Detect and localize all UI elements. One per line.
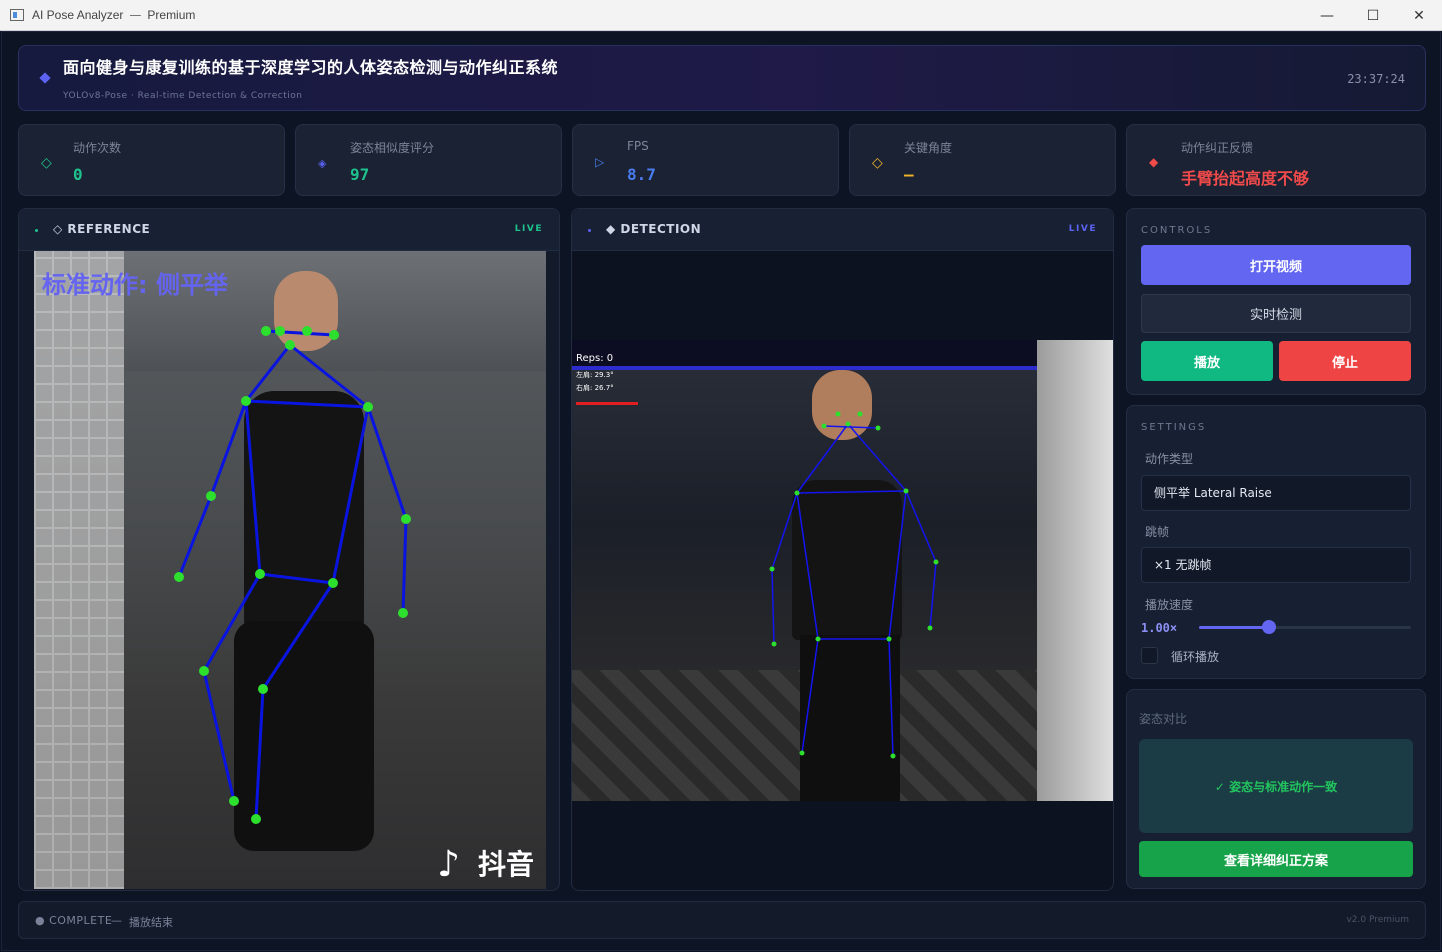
douyin-logo-icon: ♪	[437, 844, 460, 885]
minimize-button[interactable]: —	[1304, 0, 1350, 31]
reps-overlay: Reps: 0	[576, 353, 614, 364]
status-state: ● COMPLETE	[35, 914, 113, 927]
stat-card-reps: ◇ 动作次数 0	[18, 124, 285, 196]
detection-skeleton	[769, 411, 939, 759]
app-icon	[10, 9, 24, 21]
play-button[interactable]: 播放	[1141, 341, 1273, 381]
close-button[interactable]: ✕	[1396, 0, 1442, 31]
action-type-select[interactable]: 侧平举 Lateral Raise	[1141, 475, 1411, 511]
header-banner: 面向健身与康复训练的基于深度学习的人体姿态检测与动作纠正系统 YOLOv8-Po…	[18, 45, 1426, 111]
reference-skeleton	[174, 326, 411, 824]
stat-label: 姿态相似度评分	[350, 141, 435, 155]
controls-caption: CONTROLS	[1141, 225, 1213, 236]
status-dot-icon	[35, 229, 38, 232]
stat-label: FPS	[627, 139, 649, 153]
diamond-outline-icon: ◇	[872, 155, 883, 171]
stop-button[interactable]: 停止	[1279, 341, 1411, 381]
loop-label: 循环播放	[1171, 650, 1220, 664]
speed-slider-track[interactable]	[1199, 620, 1411, 634]
reference-panel-header: ◇ REFERENCE LIVE	[19, 209, 559, 251]
play-outline-icon: ▷	[595, 155, 605, 169]
loop-checkbox[interactable]	[1141, 647, 1158, 664]
detection-video: Reps: 0 左肩: 29.3° 右肩: 26.7°	[572, 340, 1113, 801]
settings-caption: SETTINGS	[1141, 422, 1207, 433]
stat-card-similarity: ◈ 姿态相似度评分 97	[295, 124, 562, 196]
left-angle-overlay: 左肩: 29.3°	[576, 371, 614, 379]
stat-card-feedback: ◆ 动作纠正反馈 手臂抬起高度不够	[1126, 124, 1426, 196]
diamond-filled-icon: ◆	[1149, 155, 1159, 169]
detection-panel: ◆ DETECTION LIVE Reps: 0 左肩: 29.3° 右肩: 2…	[571, 208, 1114, 891]
window-titlebar: AI Pose Analyzer — Premium — ☐ ✕	[0, 0, 1442, 31]
stat-label: 关键角度	[904, 141, 953, 155]
speed-value: 1.00×	[1141, 621, 1178, 635]
diamond-icon	[39, 72, 51, 84]
action-type-label: 动作类型	[1145, 452, 1194, 466]
speed-label: 播放速度	[1145, 598, 1194, 612]
stat-value: 97	[350, 165, 370, 184]
open-video-button[interactable]: 打开视频	[1141, 245, 1411, 285]
realtime-detect-button[interactable]: 实时检测	[1141, 294, 1411, 333]
settings-panel: SETTINGS 动作类型 侧平举 Lateral Raise 跳帧 ×1 无跳…	[1126, 405, 1426, 679]
status-dot-icon	[588, 229, 591, 232]
maximize-button[interactable]: ☐	[1350, 0, 1396, 31]
pose-compare-panel: 姿态对比 ✓ 姿态与标准动作一致 查看详细纠正方案	[1126, 689, 1426, 889]
window-title: AI Pose Analyzer	[32, 8, 124, 22]
live-badge: LIVE	[514, 224, 543, 234]
angle-bar	[576, 402, 638, 405]
status-separator: —	[111, 914, 122, 927]
compare-result: ✓ 姿态与标准动作一致	[1139, 739, 1413, 833]
stat-card-fps: ▷ FPS 8.7	[572, 124, 839, 196]
stat-value: 8.7	[627, 165, 656, 184]
reference-video: 标准动作: 侧平举 抖音 ♪	[34, 251, 546, 889]
compare-caption: 姿态对比	[1139, 712, 1188, 726]
status-message: 播放结束	[129, 916, 173, 929]
status-bar: ● COMPLETE — 播放结束 v2.0 Premium	[18, 901, 1426, 939]
reference-title: ◇ REFERENCE	[53, 222, 151, 236]
clock: 23:37:24	[1347, 72, 1405, 86]
reference-overlay-label: 标准动作: 侧平举	[42, 271, 228, 299]
skip-frame-select[interactable]: ×1 无跳帧	[1141, 547, 1411, 583]
skip-frame-label: 跳帧	[1145, 525, 1170, 539]
stat-value: –	[904, 165, 914, 184]
stat-label: 动作纠正反馈	[1181, 141, 1254, 155]
douyin-watermark: 抖音	[477, 848, 534, 881]
diamond-outline-icon: ◇	[41, 155, 52, 171]
stat-card-angle: ◇ 关键角度 –	[849, 124, 1116, 196]
window-edition: Premium	[147, 8, 196, 22]
app-root: 面向健身与康复训练的基于深度学习的人体姿态检测与动作纠正系统 YOLOv8-Po…	[1, 31, 1441, 951]
page-subtitle: YOLOv8-Pose · Real-time Detection & Corr…	[63, 91, 303, 101]
detection-title: ◆ DETECTION	[606, 222, 702, 236]
live-badge: LIVE	[1068, 224, 1097, 234]
reference-panel: ◇ REFERENCE LIVE 标准动作: 侧平举 抖音 ♪	[18, 208, 560, 891]
stat-value: 0	[73, 165, 83, 184]
speed-slider-fill	[1199, 626, 1269, 629]
speed-slider-thumb[interactable]	[1261, 620, 1276, 634]
stat-value: 手臂抬起高度不够	[1181, 169, 1310, 188]
right-angle-overlay: 右肩: 26.7°	[576, 384, 614, 392]
version-label: v2.0 Premium	[1346, 915, 1409, 925]
view-correction-button[interactable]: 查看详细纠正方案	[1139, 841, 1413, 877]
detection-panel-header: ◆ DETECTION LIVE	[572, 209, 1113, 251]
window-controls: — ☐ ✕	[1304, 0, 1442, 31]
page-title: 面向健身与康复训练的基于深度学习的人体姿态检测与动作纠正系统	[63, 58, 559, 77]
controls-panel: CONTROLS 打开视频 实时检测 播放 停止	[1126, 208, 1426, 395]
stat-label: 动作次数	[73, 141, 122, 155]
diamond-dot-icon: ◈	[318, 157, 327, 170]
